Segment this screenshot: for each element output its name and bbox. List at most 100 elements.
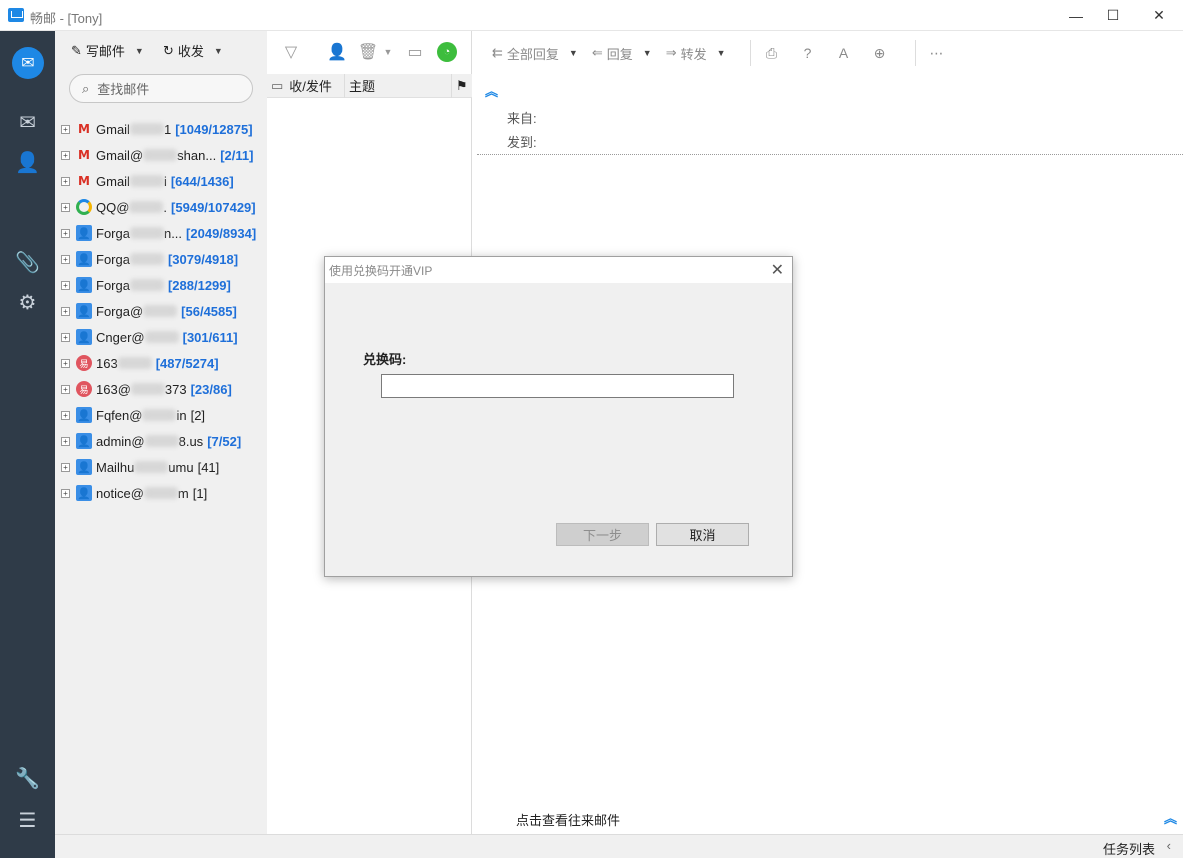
reply-label: 回复 xyxy=(606,46,633,62)
account-name-tail: 373 xyxy=(164,381,187,397)
expand-icon[interactable]: + xyxy=(61,436,70,446)
account-name: Mailhu xyxy=(96,459,135,475)
account-item[interactable]: + 👤 admin@ 8.us [7/52] xyxy=(61,428,267,454)
task-list-button[interactable]: 任务列表 xyxy=(1103,839,1155,858)
account-name: Cnger@ xyxy=(96,329,145,345)
account-item[interactable]: + M Gmail i [644/1436] xyxy=(61,168,267,194)
next-step-button[interactable]: 下一步 xyxy=(556,523,649,546)
filter-icon[interactable]: ▽ xyxy=(280,41,302,63)
account-name-tail: umu xyxy=(168,459,194,475)
compose-label: 写邮件 xyxy=(85,44,125,59)
redacted-text xyxy=(129,123,164,135)
chevron-down-icon[interactable]: ▼ xyxy=(643,48,652,58)
chevron-left-icon[interactable]: ‹ xyxy=(1167,838,1171,853)
chevron-down-icon[interactable]: ▼ xyxy=(214,46,223,56)
search-icon: ⌕ xyxy=(82,80,90,96)
column-subject[interactable]: 主题 xyxy=(345,73,452,98)
redacted-text xyxy=(129,175,164,187)
reply-all-button[interactable]: ⇇ 全部回复 ▼ xyxy=(492,44,578,63)
print-icon[interactable]: ⎙ xyxy=(761,42,783,64)
chevron-down-icon[interactable]: ▼ xyxy=(569,48,578,58)
expand-icon[interactable]: + xyxy=(61,254,70,264)
window-title: 畅邮 - [Tony] xyxy=(30,11,103,26)
chevron-down-icon[interactable]: ▼ xyxy=(717,48,726,58)
contact-remove-icon[interactable]: 👤 xyxy=(326,41,348,63)
account-name: Fqfen@ xyxy=(96,407,143,423)
account-item[interactable]: + QQ@. [5949/107429] xyxy=(61,194,267,220)
tools-icon[interactable]: 🔧 xyxy=(0,763,55,793)
message-list-toolbar: ▽ 👤 🗑 ▼ ▭ ◔ xyxy=(267,41,472,67)
expand-icon[interactable]: + xyxy=(61,280,70,290)
reply-button[interactable]: ⇐ 回复 ▼ xyxy=(592,44,652,63)
forward-button[interactable]: ⇒ 转发 ▼ xyxy=(666,44,726,63)
contacts-icon[interactable]: 👤 xyxy=(0,147,55,177)
account-item[interactable]: + 👤 Cnger@ [301/611] xyxy=(61,324,267,350)
account-item[interactable]: + 👤 Forga [288/1299] xyxy=(61,272,267,298)
dialog-close-icon[interactable]: ✕ xyxy=(771,260,784,280)
view-history-link[interactable]: 点击查看往来邮件 xyxy=(516,810,620,829)
message-list-header: ▭ 收/发件 主题 ⚑ xyxy=(267,73,472,98)
zoom-in-icon[interactable]: ⊕ xyxy=(869,42,891,64)
user-account-icon: 👤 xyxy=(76,303,92,319)
comment-icon[interactable]: ▭ xyxy=(404,41,426,63)
inbox-icon[interactable]: ✉ xyxy=(0,107,55,137)
account-item[interactable]: + M Gmail@ shan... [2/11] xyxy=(61,142,267,168)
expand-icon[interactable]: + xyxy=(61,202,70,212)
expand-icon[interactable]: + xyxy=(61,462,70,472)
help-icon[interactable]: ? xyxy=(797,42,819,64)
account-name: Gmail xyxy=(96,121,130,137)
accounts-pane: ✎ 写邮件 ▼ ↻ 收发 ▼ ⌕ 查找邮件 + M Gmail 1 [1049/1287… xyxy=(55,31,267,834)
account-name-tail: . xyxy=(163,199,168,215)
header-divider xyxy=(477,154,1183,155)
expand-icon[interactable]: + xyxy=(61,228,70,238)
account-item[interactable]: + 👤 Mailhu umu [41] xyxy=(61,454,267,480)
account-item[interactable]: + 👤 Forga@ [56/4585] xyxy=(61,298,267,324)
more-icon[interactable]: ⋯ xyxy=(926,42,948,64)
compose-button[interactable]: ✎ 写邮件 ▼ xyxy=(71,41,144,60)
account-name: admin@ xyxy=(96,433,145,449)
expand-icon[interactable]: + xyxy=(61,176,70,186)
maximize-button[interactable]: ☐ xyxy=(1090,0,1136,31)
expand-icon[interactable]: + xyxy=(61,488,70,498)
settings-icon[interactable]: ⚙ xyxy=(0,287,55,317)
expand-icon[interactable]: + xyxy=(61,306,70,316)
chevron-down-icon[interactable]: ▼ xyxy=(377,41,399,63)
chevron-down-icon[interactable]: ▼ xyxy=(135,46,144,56)
send-receive-button[interactable]: ↻ 收发 ▼ xyxy=(163,41,223,60)
account-item[interactable]: + 👤 Fqfen@ in [2] xyxy=(61,402,267,428)
account-item[interactable]: + M Gmail 1 [1049/12875] xyxy=(61,116,267,142)
account-item[interactable]: + 👤 Forga n... [2049/8934] xyxy=(61,220,267,246)
user-account-icon: 👤 xyxy=(76,459,92,475)
account-item[interactable]: + 👤 Forga [3079/4918] xyxy=(61,246,267,272)
menu-icon[interactable]: ☰ xyxy=(0,805,55,835)
column-sender[interactable]: ▭ 收/发件 xyxy=(267,73,345,98)
expand-icon[interactable]: + xyxy=(61,384,70,394)
search-input[interactable]: ⌕ 查找邮件 xyxy=(69,74,253,103)
unread-count: [7/52] xyxy=(207,433,242,449)
account-item[interactable]: + 易 163 [487/5274] xyxy=(61,350,267,376)
account-item[interactable]: + 👤 notice@ m [1] xyxy=(61,480,267,506)
redacted-text xyxy=(129,253,164,265)
send-receive-label: 收发 xyxy=(177,44,204,59)
expand-icon[interactable]: + xyxy=(61,358,70,368)
accounts-toolbar: ✎ 写邮件 ▼ ↻ 收发 ▼ xyxy=(55,31,267,71)
mail-app-icon[interactable]: ✉ xyxy=(12,47,44,79)
expand-icon[interactable]: + xyxy=(61,410,70,420)
cancel-button[interactable]: 取消 xyxy=(656,523,749,546)
expand-icon[interactable]: + xyxy=(61,124,70,134)
flag-icon[interactable]: ⚑ xyxy=(452,74,472,98)
delete-icon[interactable]: 🗑 xyxy=(357,41,379,63)
expand-icon[interactable]: + xyxy=(61,150,70,160)
collapse-header-icon[interactable]: ︽ xyxy=(485,81,498,100)
attachment-icon[interactable]: 📎 xyxy=(0,247,55,277)
unread-count: [1049/12875] xyxy=(175,121,253,137)
expand-icon[interactable]: + xyxy=(61,332,70,342)
status-clock-icon[interactable]: ◔ xyxy=(437,42,457,62)
user-account-icon: 👤 xyxy=(76,329,92,345)
text-size-icon[interactable]: A xyxy=(833,42,855,64)
redeem-code-input[interactable] xyxy=(381,374,734,398)
account-item[interactable]: + 易 163@ 373 [23/86] xyxy=(61,376,267,402)
account-name: Forga@ xyxy=(96,303,144,319)
expand-up-icon[interactable]: ︽ xyxy=(1164,808,1177,827)
close-window-button[interactable]: ✕ xyxy=(1136,0,1182,31)
